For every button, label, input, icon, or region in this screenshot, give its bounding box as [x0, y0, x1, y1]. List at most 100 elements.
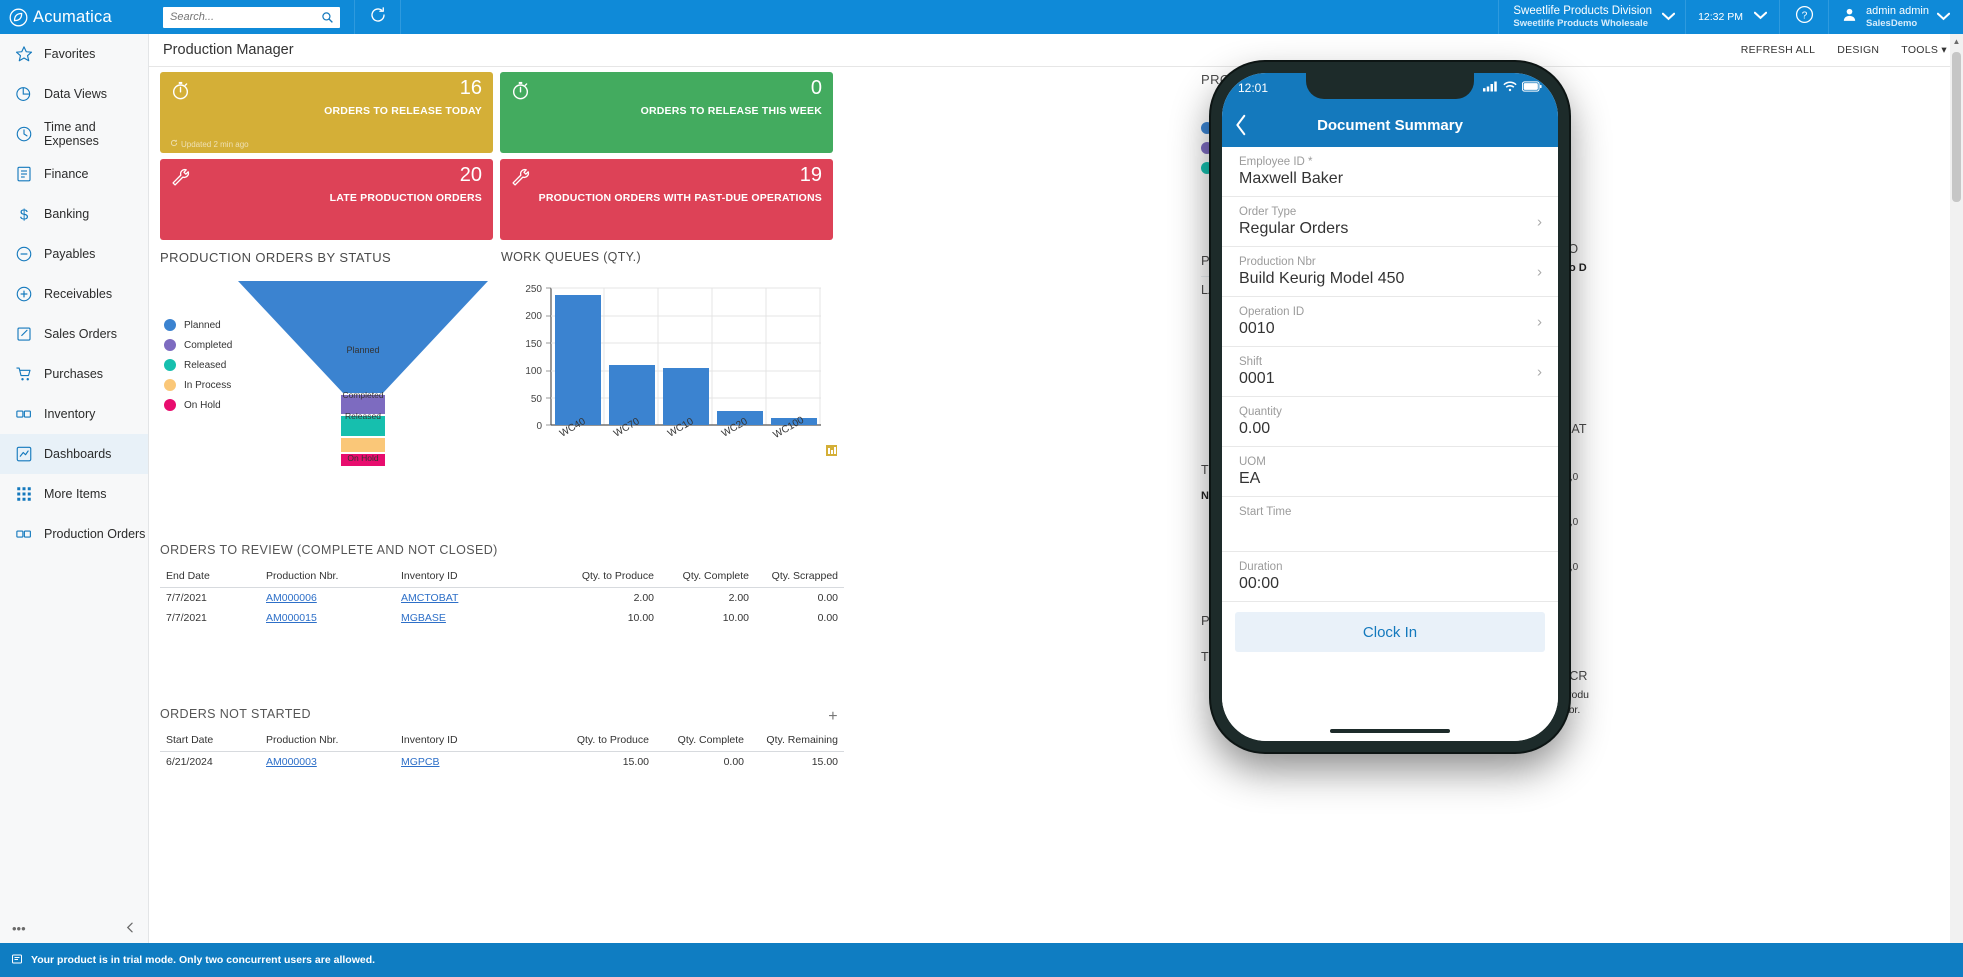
- kpi-value: 19: [800, 164, 822, 187]
- field-value: Maxwell Baker: [1239, 170, 1541, 188]
- field-operation-id[interactable]: Operation ID 0010 ›: [1222, 297, 1558, 347]
- legend-swatch: [164, 319, 176, 331]
- col-qty-scrapped[interactable]: Qty. Scrapped: [755, 566, 844, 588]
- sidebar-item-favorites[interactable]: Favorites: [0, 34, 148, 74]
- plus-circle-icon: [14, 285, 33, 304]
- company-name: Sweetlife Products Division: [1513, 5, 1652, 18]
- sidebar-item-label: Purchases: [44, 367, 103, 381]
- legend-item[interactable]: Planned: [164, 315, 232, 335]
- company-selector[interactable]: Sweetlife Products Division Sweetlife Pr…: [1499, 0, 1685, 34]
- tools-button[interactable]: TOOLS ▾: [1901, 44, 1947, 56]
- grid-icon: [14, 485, 33, 504]
- sidebar-item-purchases[interactable]: Purchases: [0, 354, 148, 394]
- sidebar: Favorites Data Views Time and Expenses F…: [0, 34, 149, 943]
- refresh-all-button[interactable]: REFRESH ALL: [1741, 44, 1816, 56]
- legend-item[interactable]: Released: [164, 355, 232, 375]
- col-end-date[interactable]: End Date: [160, 566, 260, 588]
- phone-back-button[interactable]: [1235, 103, 1248, 147]
- field-quantity[interactable]: Quantity 0.00: [1222, 397, 1558, 447]
- link-production-nbr[interactable]: AM000015: [266, 612, 317, 624]
- link-production-nbr[interactable]: AM000003: [266, 756, 317, 768]
- caret-down-icon: ▾: [1941, 44, 1947, 56]
- svg-text:50: 50: [531, 394, 543, 405]
- phone-status-icons: [1483, 81, 1542, 95]
- top-bar: Acumatica Sweetlife Products Division Sw…: [0, 0, 1963, 34]
- field-label: Duration: [1239, 561, 1541, 573]
- col-qty-complete[interactable]: Qty. Complete: [660, 566, 755, 588]
- table-row[interactable]: 7/7/2021 AM000015 MGBASE 10.00 10.00 0.0…: [160, 608, 844, 628]
- col-qty-to-produce[interactable]: Qty. to Produce: [545, 730, 655, 752]
- help-button[interactable]: ?: [1780, 0, 1828, 34]
- sidebar-item-finance[interactable]: Finance: [0, 154, 148, 194]
- work-queues-chart[interactable]: 250 200 150 100 50 0: [501, 277, 843, 472]
- clock-in-button[interactable]: Clock In: [1235, 612, 1545, 652]
- legend-item[interactable]: In Process: [164, 375, 232, 395]
- field-shift[interactable]: Shift 0001 ›: [1222, 347, 1558, 397]
- search-input[interactable]: [163, 7, 340, 28]
- ellipsis-icon[interactable]: •••: [12, 921, 26, 936]
- col-inventory-id[interactable]: Inventory ID: [395, 730, 545, 752]
- sidebar-item-banking[interactable]: $ Banking: [0, 194, 148, 234]
- brand-logo-area[interactable]: Acumatica: [0, 0, 149, 34]
- widget-title-row: ORDERS NOT STARTED +: [160, 707, 844, 721]
- sidebar-item-payables[interactable]: Payables: [0, 234, 148, 274]
- field-employee-id[interactable]: Employee ID * Maxwell Baker: [1222, 147, 1558, 197]
- time-selector[interactable]: 12:32 PM: [1686, 0, 1779, 34]
- col-qty-complete[interactable]: Qty. Complete: [655, 730, 750, 752]
- phone-home-indicator: [1330, 729, 1450, 733]
- field-duration[interactable]: Duration 00:00: [1222, 552, 1558, 602]
- widget-production-orders-by-status: PRODUCTION ORDERS BY STATUS Planned Comp…: [160, 250, 498, 535]
- kpi-tile-orders-to-release-this-week[interactable]: 0 ORDERS TO RELEASE THIS WEEK: [500, 72, 833, 153]
- legend-item[interactable]: On Hold: [164, 395, 232, 415]
- sidebar-item-production-orders[interactable]: Production Orders: [0, 514, 148, 554]
- col-qty-to-produce[interactable]: Qty. to Produce: [560, 566, 660, 588]
- col-production-nbr[interactable]: Production Nbr.: [260, 566, 395, 588]
- funnel-chart[interactable]: Planned Completed Released On Hold: [238, 281, 488, 506]
- phone-title-bar: Document Summary: [1222, 103, 1558, 147]
- chevron-down-icon: [1754, 11, 1767, 23]
- vertical-scrollbar[interactable]: ▲: [1950, 34, 1963, 943]
- sidebar-item-dashboards[interactable]: Dashboards: [0, 434, 148, 474]
- sidebar-item-sales-orders[interactable]: Sales Orders: [0, 314, 148, 354]
- field-value: EA: [1239, 470, 1541, 488]
- design-button[interactable]: DESIGN: [1837, 44, 1879, 56]
- search-icon[interactable]: [321, 11, 334, 29]
- sidebar-item-time-and-expenses[interactable]: Time and Expenses: [0, 114, 148, 154]
- table-row[interactable]: 6/21/2024 AM000003 MGPCB 15.00 0.00 15.0…: [160, 752, 844, 773]
- collapse-sidebar-icon[interactable]: [125, 921, 136, 936]
- kpi-tile-late-production-orders[interactable]: 20 LATE PRODUCTION ORDERS: [160, 159, 493, 240]
- col-qty-remaining[interactable]: Qty. Remaining: [750, 730, 844, 752]
- phone-mockup: 12:01 Document Summary: [1211, 62, 1569, 752]
- finance-icon: [14, 165, 33, 184]
- col-production-nbr[interactable]: Production Nbr.: [260, 730, 395, 752]
- widget-orders-to-review: ORDERS TO REVIEW (COMPLETE AND NOT CLOSE…: [160, 543, 844, 628]
- scroll-up-icon[interactable]: ▲: [1950, 34, 1963, 48]
- legend-item[interactable]: Completed: [164, 335, 232, 355]
- sidebar-item-label: Production Orders: [44, 527, 145, 541]
- col-inventory-id[interactable]: Inventory ID: [395, 566, 560, 588]
- sidebar-item-inventory[interactable]: Inventory: [0, 394, 148, 434]
- field-production-nbr[interactable]: Production Nbr Build Keurig Model 450 ›: [1222, 247, 1558, 297]
- kpi-tile-past-due-operations[interactable]: 19 PRODUCTION ORDERS WITH PAST-DUE OPERA…: [500, 159, 833, 240]
- link-production-nbr[interactable]: AM000006: [266, 592, 317, 604]
- link-inventory-id[interactable]: AMCTOBAT: [401, 592, 458, 604]
- sidebar-item-receivables[interactable]: Receivables: [0, 274, 148, 314]
- link-inventory-id[interactable]: MGBASE: [401, 612, 446, 624]
- add-icon[interactable]: +: [828, 708, 838, 726]
- scroll-thumb[interactable]: [1952, 52, 1961, 202]
- table-row[interactable]: 7/7/2021 AM000006 AMCTOBAT 2.00 2.00 0.0…: [160, 588, 844, 609]
- link-inventory-id[interactable]: MGPCB: [401, 756, 440, 768]
- refresh-button[interactable]: [355, 0, 400, 34]
- sidebar-item-data-views[interactable]: Data Views: [0, 74, 148, 114]
- user-menu[interactable]: admin admin SalesDemo: [1829, 0, 1963, 34]
- widget-orders-not-started: ORDERS NOT STARTED + Start Date Producti…: [160, 707, 844, 772]
- col-start-date[interactable]: Start Date: [160, 730, 260, 752]
- search-box[interactable]: [163, 7, 340, 28]
- page-actions: REFRESH ALL DESIGN TOOLS ▾: [1741, 44, 1947, 56]
- field-start-time[interactable]: Start Time: [1222, 497, 1558, 552]
- field-order-type[interactable]: Order Type Regular Orders ›: [1222, 197, 1558, 247]
- field-uom[interactable]: UOM EA: [1222, 447, 1558, 497]
- kpi-tile-orders-to-release-today[interactable]: 16 ORDERS TO RELEASE TODAY Updated 2 min…: [160, 72, 493, 153]
- phone-title: Document Summary: [1317, 117, 1463, 134]
- sidebar-item-more-items[interactable]: More Items: [0, 474, 148, 514]
